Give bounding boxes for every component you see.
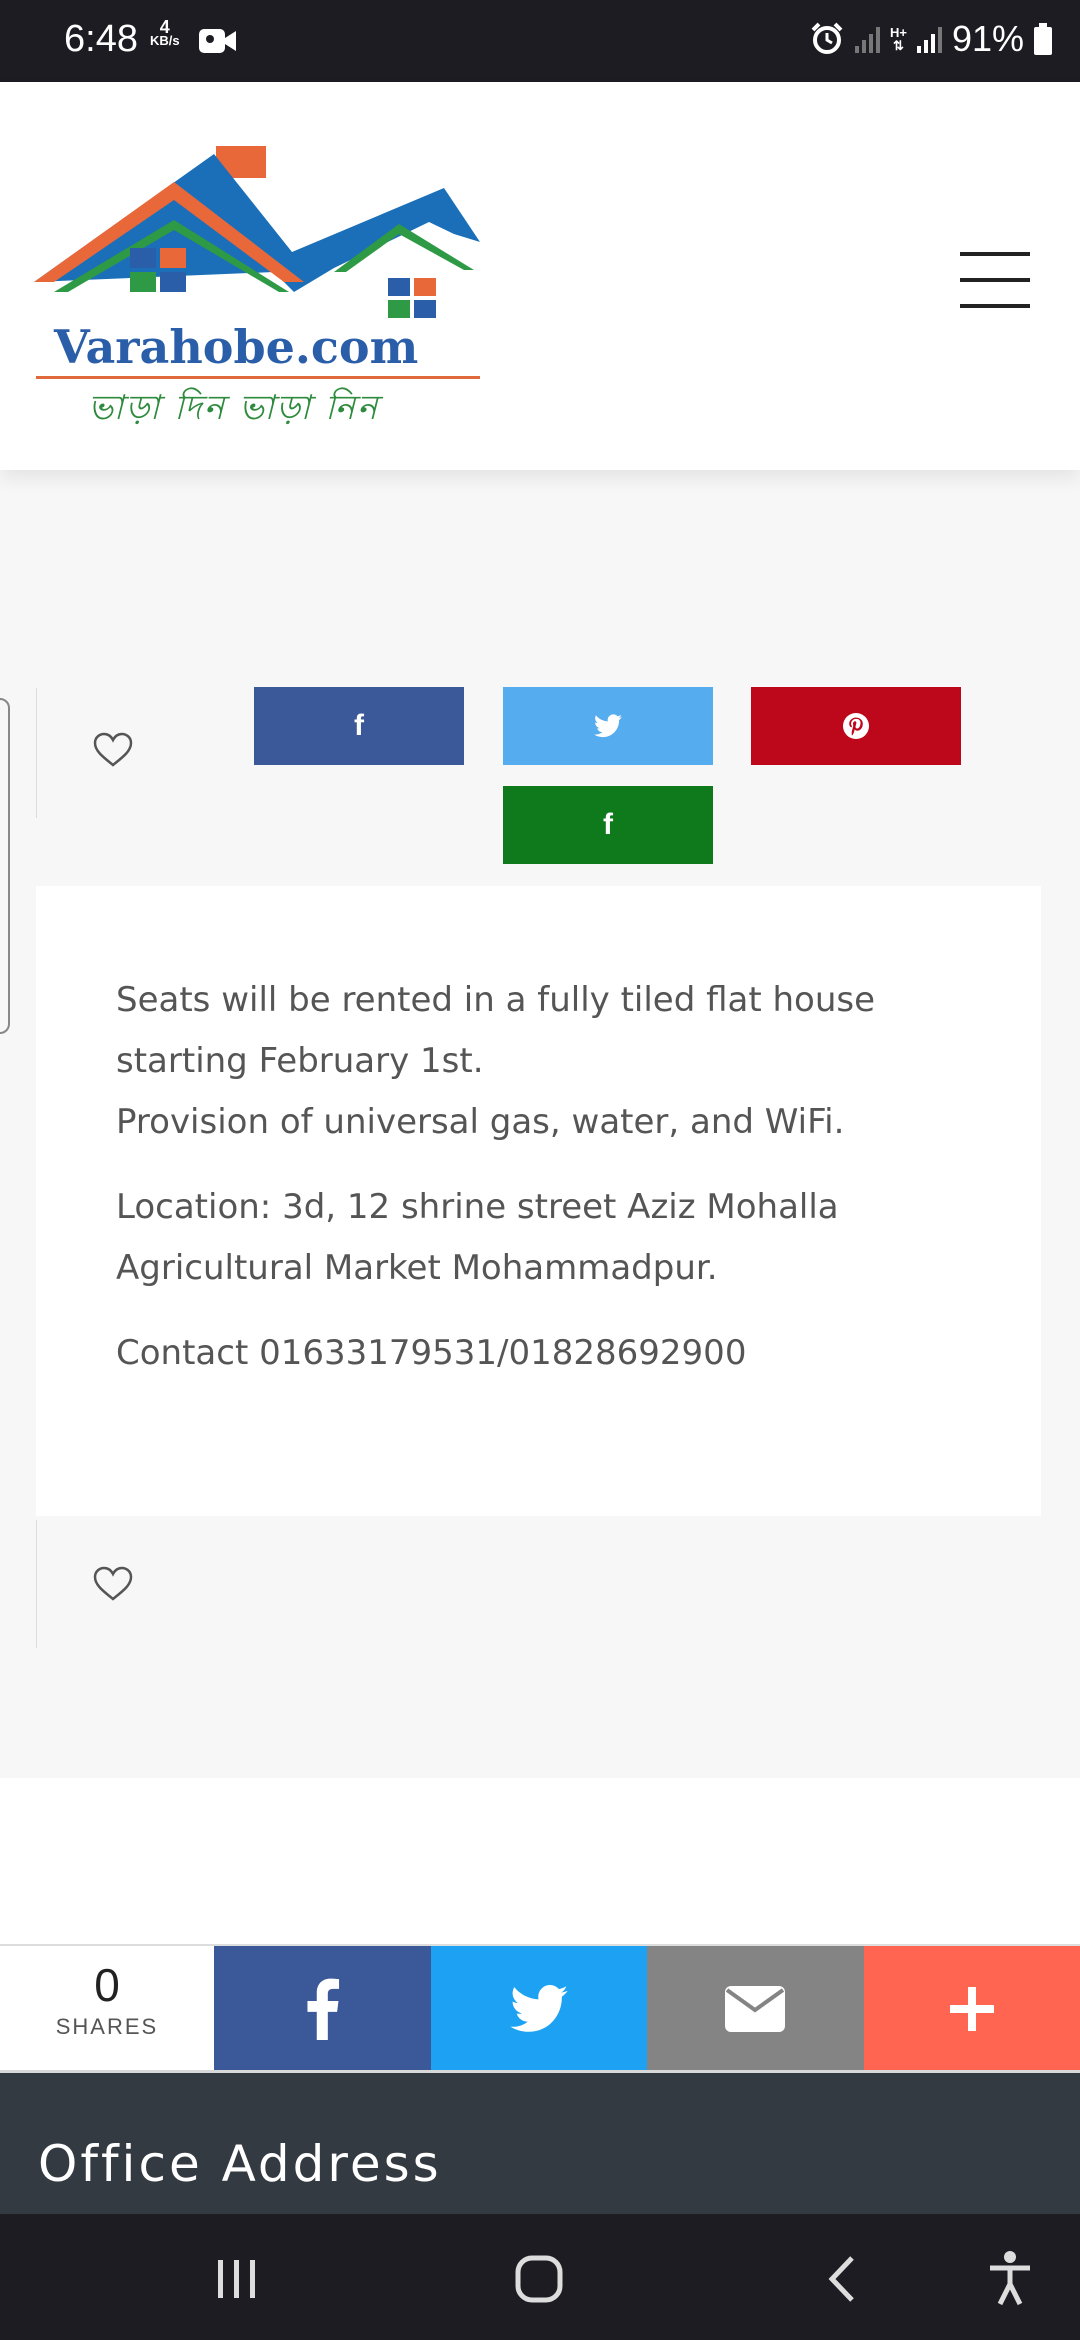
network-speed: 4 KB/s	[150, 17, 180, 48]
sharebar-more-button[interactable]	[863, 1946, 1080, 2072]
status-right: H+ ⇅ 91%	[809, 18, 1052, 60]
facebook-icon: f	[354, 709, 364, 742]
description-line-2: Provision of universal gas, water, and W…	[116, 1102, 845, 1142]
site-footer: Office Address	[0, 2070, 1080, 2214]
plus-icon	[949, 1987, 994, 2031]
description-line-1: Seats will be rented in a fully tiled fl…	[116, 980, 876, 1081]
listing-description-card: Seats will be rented in a fully tiled fl…	[36, 886, 1041, 1516]
pinterest-share-button[interactable]	[751, 687, 961, 765]
favorite-row-bottom	[36, 1520, 1080, 1648]
sharebar-twitter-button[interactable]	[430, 1946, 647, 2072]
content-spacer	[0, 1778, 1080, 1946]
share-count: 0	[94, 1959, 120, 2011]
signal-icon-sim2	[916, 25, 942, 53]
accessibility-icon[interactable]	[986, 2250, 1034, 2306]
logo-text: Varahobe.com	[54, 320, 419, 374]
home-icon[interactable]	[514, 2254, 564, 2304]
heart-icon[interactable]	[93, 1566, 133, 1602]
sharebar-email-button[interactable]	[647, 1946, 864, 2072]
heart-icon[interactable]	[93, 732, 133, 768]
other-share-button[interactable]: f	[503, 786, 713, 864]
share-bar: 0 SHARES	[0, 1944, 1080, 2072]
side-tab-handle[interactable]	[0, 698, 10, 1034]
logo-tagline: ভাড়া দিন ভাড়া নিন	[88, 388, 380, 428]
alarm-icon	[811, 22, 843, 54]
network-speed-value: 4	[159, 17, 170, 37]
hamburger-menu-icon[interactable]	[960, 252, 1030, 308]
network-type: H+ ⇅	[889, 25, 907, 53]
description-location: Location: 3d, 12 shrine street Aziz Moha…	[116, 1187, 839, 1288]
facebook-share-button[interactable]: f	[254, 687, 464, 765]
share-f-icon: f	[603, 808, 613, 841]
site-header: Varahobe.com ভাড়া দিন ভাড়া নিন	[0, 82, 1080, 470]
facebook-icon	[307, 1978, 340, 2040]
network-speed-unit: KB/s	[150, 33, 180, 48]
signal-icon-sim1	[854, 25, 880, 53]
twitter-icon	[594, 714, 622, 738]
system-nav-bar	[0, 2214, 1080, 2340]
logo-underline	[36, 376, 480, 379]
twitter-icon	[509, 1985, 568, 2032]
envelope-icon	[725, 1986, 786, 2032]
twitter-share-button[interactable]	[503, 687, 713, 765]
status-time: 6:48	[64, 18, 138, 60]
back-icon[interactable]	[826, 2254, 858, 2304]
pinterest-icon	[843, 713, 869, 739]
share-count-label: SHARES	[55, 2014, 159, 2039]
status-bar: 6:48 4 KB/s H+ ⇅ 91%	[0, 0, 1080, 82]
footer-title: Office Address	[38, 2135, 442, 2193]
battery-percent: 91%	[951, 18, 1024, 59]
description-contact: Contact 01633179531/01828692900	[116, 1333, 747, 1373]
share-counter: 0 SHARES	[0, 1946, 214, 2072]
sharebar-facebook-button[interactable]	[214, 1946, 431, 2072]
recent-apps-icon[interactable]	[214, 2258, 260, 2300]
battery-icon	[1034, 23, 1052, 55]
listing-description: Seats will be rented in a fully tiled fl…	[116, 970, 996, 1408]
video-camera-icon	[199, 29, 236, 53]
